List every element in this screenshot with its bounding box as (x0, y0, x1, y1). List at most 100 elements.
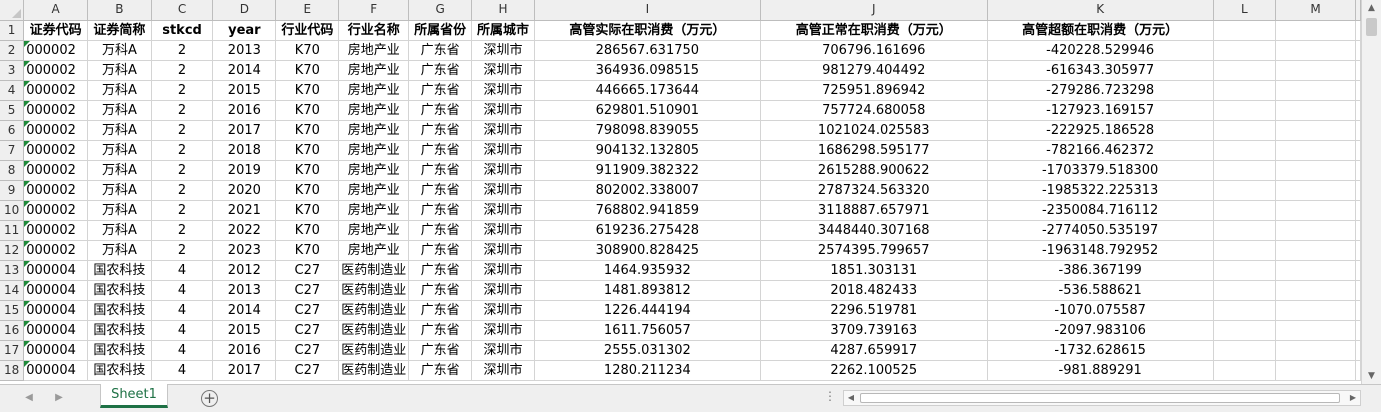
cell[interactable]: 万科A (87, 120, 152, 141)
cell[interactable]: 深圳市 (471, 160, 535, 181)
cell[interactable]: 2018.482433 (760, 280, 988, 301)
cell[interactable] (1275, 80, 1356, 101)
cell[interactable]: -420228.529946 (987, 40, 1214, 61)
column-header-j[interactable]: J (760, 0, 988, 21)
row-header[interactable]: 1 (0, 20, 25, 41)
cell[interactable] (1355, 280, 1361, 301)
cell[interactable]: 757724.680058 (760, 100, 988, 121)
cell[interactable]: 000004 (23, 320, 89, 341)
cell[interactable]: 2013 (212, 280, 277, 301)
cell[interactable]: 广东省 (408, 300, 473, 321)
cell[interactable] (1355, 200, 1361, 221)
row-header[interactable]: 3 (0, 60, 25, 81)
cell[interactable]: C27 (275, 300, 340, 321)
cell[interactable] (1355, 160, 1361, 181)
cell[interactable]: K70 (275, 40, 340, 61)
cell[interactable]: 981279.404492 (760, 60, 988, 81)
cell[interactable] (1275, 300, 1356, 321)
cell[interactable]: 000004 (23, 300, 89, 321)
cell[interactable] (1355, 240, 1361, 261)
cell[interactable]: 2 (151, 40, 214, 61)
cell[interactable]: 2 (151, 80, 214, 101)
cell[interactable]: 4 (151, 260, 214, 281)
cell[interactable]: -536.588621 (987, 280, 1214, 301)
tab-split-handle-icon[interactable]: ⋮ (824, 389, 836, 403)
column-header-c[interactable]: C (151, 0, 214, 21)
header-cell[interactable]: year (212, 20, 277, 41)
cell[interactable]: -981.889291 (987, 360, 1214, 381)
cell[interactable]: 万科A (87, 240, 152, 261)
cell[interactable]: -1703379.518300 (987, 160, 1214, 181)
cell[interactable]: 2 (151, 200, 214, 221)
cell[interactable]: 国农科技 (87, 280, 152, 301)
cell[interactable]: 4 (151, 280, 214, 301)
cell[interactable]: 深圳市 (471, 360, 535, 381)
cell[interactable]: 2296.519781 (760, 300, 988, 321)
cell[interactable]: 房地产业 (338, 240, 410, 261)
cell[interactable]: 房地产业 (338, 60, 410, 81)
cell-grid[interactable]: ABCDEFGHIJKLM 1 证券代码 证券简称 stkcd year 行业代码 行业名称… (0, 0, 1361, 381)
column-header-k[interactable]: K (987, 0, 1214, 21)
cell[interactable]: K70 (275, 180, 340, 201)
tab-prev-icon[interactable]: ◀ (22, 391, 36, 405)
cell[interactable]: 286567.631750 (534, 40, 761, 61)
cell[interactable]: 629801.510901 (534, 100, 761, 121)
cell[interactable]: 3118887.657971 (760, 200, 988, 221)
cell[interactable]: 000002 (23, 120, 89, 141)
cell[interactable]: 深圳市 (471, 340, 535, 361)
cell[interactable]: C27 (275, 320, 340, 341)
header-cell[interactable] (1275, 20, 1356, 41)
cell[interactable]: K70 (275, 240, 340, 261)
row-header[interactable]: 13 (0, 260, 25, 281)
cell[interactable]: 2013 (212, 40, 277, 61)
cell[interactable]: 768802.941859 (534, 200, 761, 221)
cell[interactable]: C27 (275, 360, 340, 381)
cell[interactable]: 房地产业 (338, 120, 410, 141)
header-cell[interactable]: 所属城市 (471, 20, 535, 41)
cell[interactable]: -279286.723298 (987, 80, 1214, 101)
row-header[interactable]: 16 (0, 320, 25, 341)
cell[interactable]: 2017 (212, 360, 277, 381)
cell[interactable]: 1021024.025583 (760, 120, 988, 141)
cell[interactable]: 802002.338007 (534, 180, 761, 201)
cell[interactable] (1213, 220, 1277, 241)
cell[interactable]: 000004 (23, 360, 89, 381)
cell[interactable]: C27 (275, 340, 340, 361)
cell[interactable]: 房地产业 (338, 80, 410, 101)
cell[interactable]: 深圳市 (471, 220, 535, 241)
cell[interactable]: 房地产业 (338, 140, 410, 161)
cell[interactable]: 万科A (87, 100, 152, 121)
column-header-h[interactable]: H (471, 0, 535, 21)
cell[interactable]: 3448440.307168 (760, 220, 988, 241)
cell[interactable]: -2097.983106 (987, 320, 1214, 341)
cell[interactable] (1355, 120, 1361, 141)
cell[interactable]: 万科A (87, 140, 152, 161)
cell[interactable]: 1851.303131 (760, 260, 988, 281)
cell[interactable] (1213, 240, 1277, 261)
cell[interactable]: -2774050.535197 (987, 220, 1214, 241)
cell[interactable]: 房地产业 (338, 40, 410, 61)
column-header-f[interactable]: F (338, 0, 410, 21)
header-cell[interactable]: 证券简称 (87, 20, 152, 41)
row-header[interactable]: 8 (0, 160, 25, 181)
cell[interactable]: K70 (275, 100, 340, 121)
cell[interactable]: 广东省 (408, 40, 473, 61)
cell[interactable] (1275, 140, 1356, 161)
cell[interactable]: 000002 (23, 80, 89, 101)
cell[interactable] (1275, 260, 1356, 281)
cell[interactable]: 深圳市 (471, 120, 535, 141)
scroll-up-icon[interactable]: ▲ (1362, 0, 1381, 16)
cell[interactable]: 000002 (23, 100, 89, 121)
cell[interactable]: 2020 (212, 180, 277, 201)
cell[interactable]: 房地产业 (338, 180, 410, 201)
cell[interactable]: -782166.462372 (987, 140, 1214, 161)
cell[interactable]: 深圳市 (471, 140, 535, 161)
cell[interactable] (1355, 320, 1361, 341)
cell[interactable]: 2 (151, 160, 214, 181)
header-cell[interactable]: 高管超额在职消费（万元） (987, 20, 1214, 41)
cell[interactable]: 房地产业 (338, 220, 410, 241)
cell[interactable]: 万科A (87, 160, 152, 181)
cell[interactable]: -1732.628615 (987, 340, 1214, 361)
cell[interactable]: 医药制造业 (338, 300, 410, 321)
cell[interactable]: 国农科技 (87, 320, 152, 341)
